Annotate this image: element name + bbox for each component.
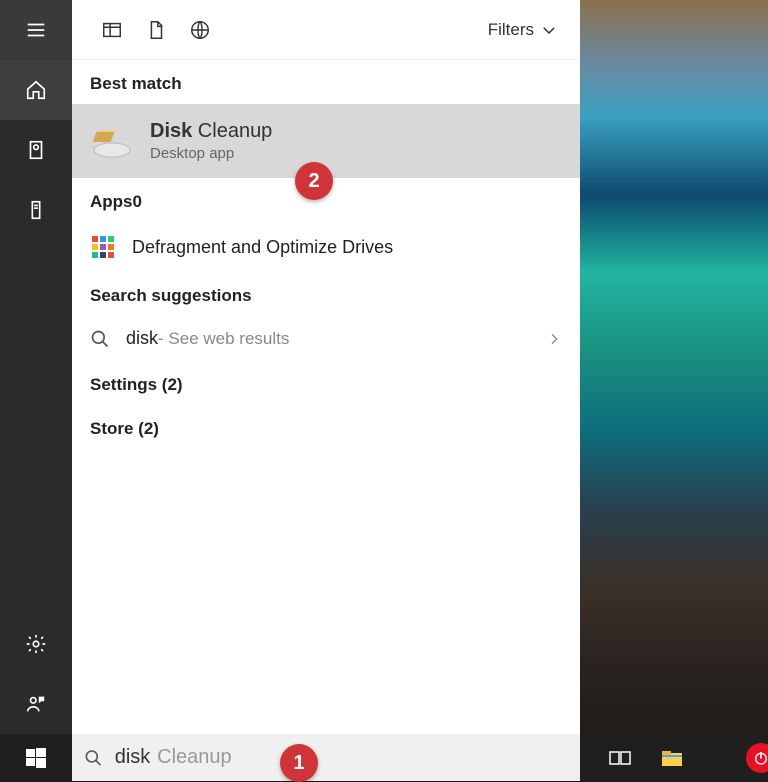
defragment-label: Defragment and Optimize Drives — [132, 237, 393, 258]
home-icon — [25, 79, 47, 101]
section-store[interactable]: Store (2) — [72, 405, 580, 449]
filters-dropdown[interactable]: Filters — [484, 14, 562, 46]
match-rest: Cleanup — [192, 120, 272, 142]
home-button[interactable] — [0, 60, 72, 120]
search-input[interactable] — [115, 746, 568, 769]
disk-cleanup-icon — [90, 122, 134, 160]
settings-button[interactable] — [0, 614, 72, 674]
result-text: Disk Cleanup Desktop app — [150, 120, 272, 162]
gear-icon — [25, 633, 47, 655]
search-icon — [84, 748, 103, 768]
search-results-panel: Filters Best match Disk Cleanup Desktop … — [72, 0, 580, 734]
apps-icon — [101, 19, 123, 41]
feedback-button[interactable] — [0, 674, 72, 734]
power-icon — [753, 750, 768, 766]
taskbar-search-box[interactable]: disk Cleanup — [72, 734, 580, 781]
desktop-wallpaper — [580, 0, 768, 781]
filter-bar: Filters — [72, 0, 580, 60]
power-button[interactable] — [746, 743, 768, 773]
match-bold: Disk — [150, 120, 192, 142]
devices-button[interactable] — [0, 180, 72, 240]
person-chat-icon — [25, 693, 47, 715]
match-subtitle: Desktop app — [150, 145, 272, 162]
windows-icon — [26, 748, 46, 768]
web-sub: - See web results — [158, 329, 289, 349]
task-view-button[interactable] — [608, 746, 632, 770]
globe-icon — [189, 19, 211, 41]
file-explorer-button[interactable] — [660, 746, 684, 770]
chevron-right-icon — [546, 331, 562, 347]
filter-apps-button[interactable] — [90, 0, 134, 60]
filters-label: Filters — [488, 20, 534, 40]
hamburger-icon — [25, 19, 47, 41]
search-left-rail — [0, 0, 72, 734]
web-term: disk — [126, 328, 158, 349]
filter-documents-button[interactable] — [134, 0, 178, 60]
section-settings[interactable]: Settings (2) — [72, 361, 580, 405]
result-defragment[interactable]: Defragment and Optimize Drives — [72, 222, 580, 272]
annotation-1: 1 — [280, 744, 318, 782]
section-best-match: Best match — [72, 60, 580, 104]
start-button[interactable] — [0, 734, 72, 781]
remote-icon — [25, 199, 47, 221]
result-web-disk[interactable]: disk - See web results — [72, 316, 580, 361]
search-icon — [90, 329, 110, 349]
notebook-icon — [25, 139, 47, 161]
menu-button[interactable] — [0, 0, 72, 60]
notebook-button[interactable] — [0, 120, 72, 180]
section-suggestions: Search suggestions — [72, 272, 580, 316]
document-icon — [145, 19, 167, 41]
annotation-2: 2 — [295, 162, 333, 200]
taskbar: disk Cleanup — [0, 734, 768, 781]
chevron-down-icon — [540, 21, 558, 39]
taskbar-right — [580, 746, 768, 770]
filter-web-button[interactable] — [178, 0, 222, 60]
defragment-icon — [90, 234, 116, 260]
